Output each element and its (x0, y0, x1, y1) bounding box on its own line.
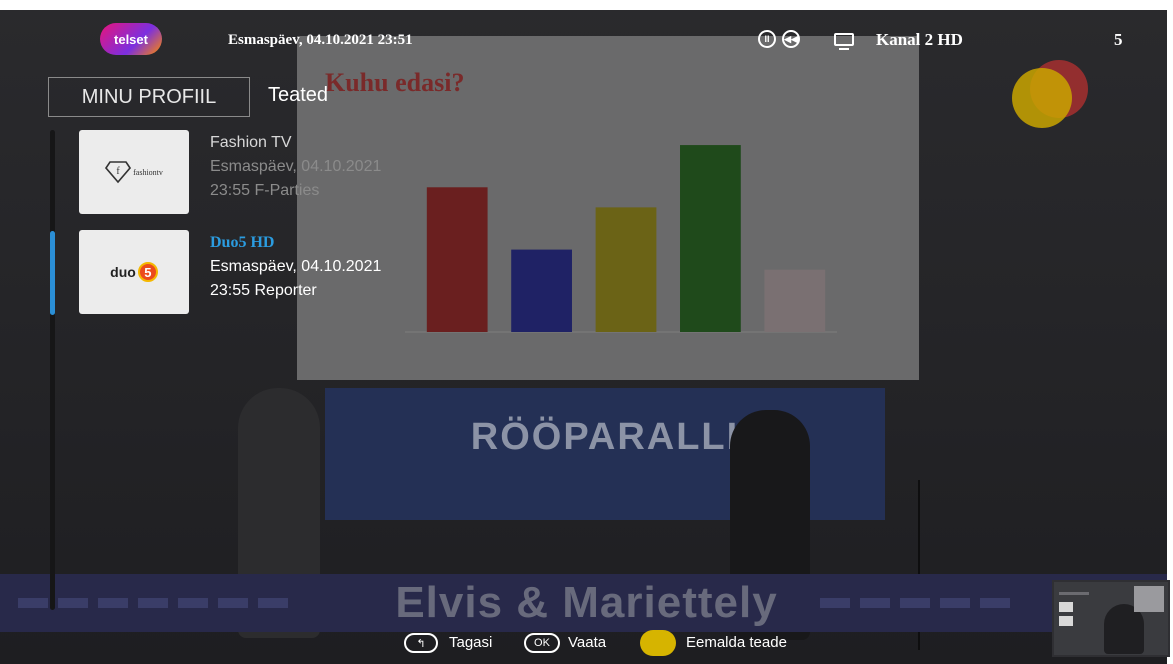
chart-bar (511, 249, 572, 332)
back-arrow-icon[interactable]: ↰ (404, 633, 438, 653)
current-datetime: Esmaspäev, 04.10.2021 23:51 (228, 32, 413, 48)
notification-program: 23:55 Reporter (210, 282, 317, 299)
notification-date: Esmaspäev, 04.10.2021 (210, 258, 382, 275)
decor-orb-yellow (1012, 68, 1072, 128)
notification-item-duo5-hd[interactable]: duo 5 Duo5 HD Esmaspäev, 04.10.2021 23:5… (79, 230, 419, 316)
telset-logo: telset (100, 23, 162, 55)
list-scrollbar-thumb[interactable] (50, 231, 55, 315)
chart-bar (595, 207, 657, 332)
duo5-logo: duo 5 (79, 230, 189, 314)
chart-bar (764, 269, 826, 332)
footer-hints: ↰ Tagasi OK Vaata Eemalda teade (0, 626, 1173, 662)
ok-label: Vaata (568, 634, 607, 651)
duo5-logo-text: duo (110, 264, 136, 280)
diamond-icon: f (105, 161, 132, 184)
fashion-tv-logo-text: fashiontv (133, 167, 163, 177)
top-edge (0, 0, 1173, 10)
chart-bar (426, 187, 488, 332)
chart-bar (680, 145, 741, 332)
tab-minu-profiil[interactable]: MINU PROFIIL (48, 77, 250, 117)
channel-number: 5 (1114, 30, 1123, 49)
notification-channel: Fashion TV (210, 134, 292, 151)
notification-date: Esmaspäev, 04.10.2021 (210, 158, 382, 175)
notification-program: 23:55 F-Parties (210, 182, 320, 199)
pause-icon: II (758, 30, 776, 48)
back-label: Tagasi (449, 634, 493, 651)
duo5-logo-number: 5 (137, 262, 158, 282)
picture-in-picture-preview[interactable] (1052, 580, 1170, 657)
tv-icon (834, 33, 854, 50)
notification-channel: Duo5 HD (210, 234, 275, 251)
notification-item-fashion-tv[interactable]: f fashiontv Fashion TV Esmaspäev, 04.10.… (79, 130, 419, 216)
duo5-logo-mark: duo 5 (110, 262, 158, 282)
list-scrollbar[interactable] (50, 130, 55, 610)
tv-screen: Kuhu edasi? RÖÖPARALLI Elvis & Mariettel… (0, 0, 1173, 664)
rewind-icon: ◀◀ (782, 30, 800, 48)
yellow-button-icon[interactable] (640, 630, 676, 656)
svg-text:f: f (116, 166, 120, 177)
fashion-tv-logo-mark: f fashiontv (105, 160, 163, 184)
lower-third-strip: Elvis & Mariettely (0, 574, 1173, 632)
fashion-tv-logo: f fashiontv (79, 130, 189, 214)
ok-button-icon[interactable]: OK (524, 633, 560, 653)
lower-third-title: Elvis & Mariettely (395, 578, 778, 627)
top-bar: telset Esmaspäev, 04.10.2021 23:51 II ◀◀… (0, 10, 1167, 58)
right-edge (1167, 0, 1173, 664)
tab-teated[interactable]: Teated (268, 84, 328, 107)
remove-notification-label: Eemalda teade (686, 634, 787, 651)
channel-name: Kanal 2 HD (876, 30, 963, 49)
